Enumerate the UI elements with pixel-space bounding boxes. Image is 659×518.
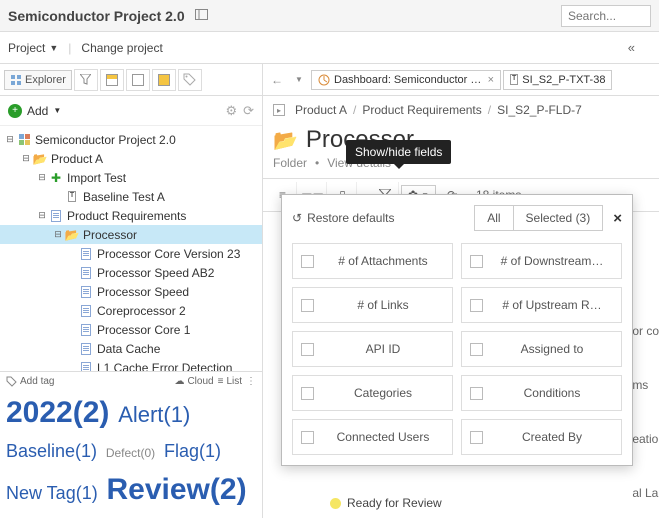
restore-defaults-button[interactable]: ↺Restore defaults <box>292 211 394 225</box>
explorer-tab[interactable]: Explorer <box>4 70 72 90</box>
tag-menu-icon[interactable]: ⋮ <box>246 376 256 387</box>
checkbox[interactable] <box>470 431 483 444</box>
close-icon[interactable]: × <box>488 74 494 86</box>
checkbox[interactable] <box>301 431 314 444</box>
sidebar-tabs: Explorer <box>0 64 262 96</box>
tooltip: Show/hide fields <box>346 140 451 164</box>
tree-baseline-test-a[interactable]: TBaseline Test A <box>0 187 262 206</box>
list-view-button[interactable]: ≡ List <box>218 376 242 387</box>
filter-tab-icon[interactable] <box>74 69 98 91</box>
segment-all[interactable]: All <box>475 206 512 230</box>
checkbox[interactable] <box>301 387 314 400</box>
tree-import-test[interactable]: ⊟✚Import Test <box>0 168 262 187</box>
tag-cloud: 2022(2) Alert(1) Baseline(1) Defect(0) F… <box>6 389 256 514</box>
refresh-icon[interactable]: ⟳ <box>243 103 254 119</box>
checkbox[interactable] <box>470 299 483 312</box>
clipped-content: or co ms eatio al La <box>632 324 659 500</box>
tree-processor[interactable]: ⊟📂Processor <box>0 225 262 244</box>
tag-newtag[interactable]: New Tag(1) <box>6 483 98 503</box>
clipboard-tab-icon[interactable] <box>152 69 176 91</box>
field-categories[interactable]: Categories <box>292 375 453 411</box>
tab-dashboard[interactable]: Dashboard: Semiconductor Project...× <box>311 70 501 90</box>
add-button[interactable]: + Add▼ <box>8 104 61 118</box>
checkbox[interactable] <box>301 299 314 312</box>
tag-review[interactable]: Review(2) <box>107 473 247 506</box>
checkbox[interactable] <box>301 343 314 356</box>
tree-item[interactable]: L1 Cache Error Detection <box>0 358 262 371</box>
tree-root[interactable]: ⊟Semiconductor Project 2.0 <box>0 130 262 149</box>
checkbox[interactable] <box>301 255 314 268</box>
cloud-view-button[interactable]: ☁ Cloud <box>174 376 213 387</box>
change-project-link[interactable]: Change project <box>81 41 162 55</box>
field-conditions[interactable]: Conditions <box>461 375 622 411</box>
document-tab-icon[interactable] <box>126 69 150 91</box>
field-assigned-to[interactable]: Assigned to <box>461 331 622 367</box>
field-links[interactable]: # of Links <box>292 287 453 323</box>
field-attachments[interactable]: # of Attachments <box>292 243 453 279</box>
breadcrumb: ▸ Product A/ Product Requirements/ SI_S2… <box>263 96 659 124</box>
tree-item[interactable]: Data Cache <box>0 339 262 358</box>
tree-item[interactable]: Processor Speed <box>0 282 262 301</box>
nav-dropdown-icon[interactable]: ▼ <box>289 75 309 84</box>
collapse-panel-icon[interactable]: ▸ <box>273 104 285 116</box>
status-dot-icon <box>330 498 341 509</box>
tree-item[interactable]: Processor Speed AB2 <box>0 263 262 282</box>
field-created-by[interactable]: Created By <box>461 419 622 455</box>
field-api-id[interactable]: API ID <box>292 331 453 367</box>
checkbox[interactable] <box>470 387 483 400</box>
tag-alert[interactable]: Alert(1) <box>118 402 190 427</box>
app-title: Semiconductor Project 2.0 <box>8 8 185 24</box>
menu-bar: Project▼ | Change project « <box>0 32 659 64</box>
tag-defect[interactable]: Defect(0) <box>106 446 155 460</box>
crumb-requirements[interactable]: Product Requirements <box>362 103 481 117</box>
fields-popup: ↺Restore defaults All Selected (3) × # o… <box>281 194 633 466</box>
tag-tab-icon[interactable] <box>178 69 202 91</box>
crumb-id[interactable]: SI_S2_P-FLD-7 <box>497 103 582 117</box>
top-bar: Semiconductor Project 2.0 <box>0 0 659 32</box>
tag-baseline[interactable]: Baseline(1) <box>6 441 97 461</box>
window-icon[interactable] <box>195 8 208 23</box>
tag-panel: Add tag ☁ Cloud ≡ List ⋮ 2022(2) Alert(1… <box>0 371 262 518</box>
settings-icon[interactable]: ⚙ <box>225 103 237 119</box>
add-tag-button[interactable]: Add tag <box>6 376 54 387</box>
project-menu[interactable]: Project▼ <box>8 41 58 55</box>
tree-view: ⊟Semiconductor Project 2.0 ⊟📂Product A ⊟… <box>0 126 262 371</box>
calendar-tab-icon[interactable] <box>100 69 124 91</box>
checkbox[interactable] <box>470 343 483 356</box>
plus-icon: + <box>8 104 22 118</box>
search-input[interactable] <box>561 5 651 27</box>
filter-segment: All Selected (3) <box>474 205 603 231</box>
tree-item[interactable]: Processor Core 1 <box>0 320 262 339</box>
tag-flag[interactable]: Flag(1) <box>164 441 221 461</box>
collapse-left-icon[interactable]: « <box>628 40 635 55</box>
field-downstream[interactable]: # of Downstream… <box>461 243 622 279</box>
tab-txt[interactable]: T SI_S2_P-TXT-38 <box>503 70 612 90</box>
tree-product-requirements[interactable]: ⊟Product Requirements <box>0 206 262 225</box>
segment-selected[interactable]: Selected (3) <box>513 206 603 230</box>
crumb-product[interactable]: Product A <box>295 103 347 117</box>
tag-2022[interactable]: 2022(2) <box>6 396 109 429</box>
field-connected-users[interactable]: Connected Users <box>292 419 453 455</box>
item-kind: Folder <box>273 156 307 170</box>
close-icon[interactable]: × <box>613 210 622 227</box>
page-title: 📂Processor <box>273 126 649 154</box>
tree-item[interactable]: Coreprocessor 2 <box>0 301 262 320</box>
field-upstream[interactable]: # of Upstream R… <box>461 287 622 323</box>
nav-back-icon[interactable]: ← <box>267 73 287 87</box>
tree-item[interactable]: Processor Core Version 23 <box>0 244 262 263</box>
tree-product-a[interactable]: ⊟📂Product A <box>0 149 262 168</box>
sidebar: Explorer + Add▼ ⚙ ⟳ ⊟Semiconductor Proje… <box>0 64 263 518</box>
status-ready: Ready for Review <box>330 496 442 510</box>
checkbox[interactable] <box>470 255 483 268</box>
